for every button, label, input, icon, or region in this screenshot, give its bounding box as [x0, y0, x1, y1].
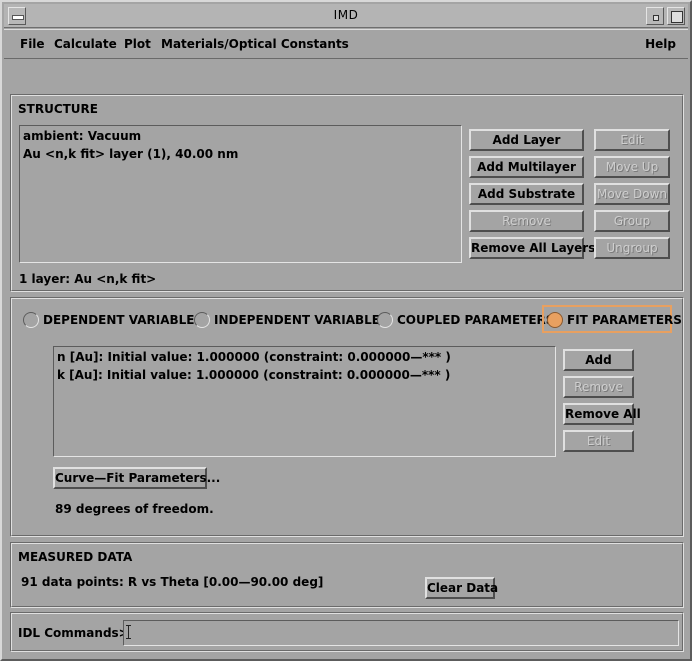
- menu-calculate[interactable]: Calculate: [54, 37, 117, 51]
- remove-all-layers-button[interactable]: Remove All Layers: [469, 237, 595, 259]
- edit-layer-button[interactable]: Edit: [594, 129, 670, 151]
- add-layer-button[interactable]: Add Layer: [469, 129, 584, 151]
- idl-command-input[interactable]: [123, 620, 679, 646]
- radio-coupled-parameters[interactable]: COUPLED PARAMETERS: [375, 308, 554, 334]
- radio-fit-icon[interactable]: [547, 312, 563, 328]
- measured-data-panel: MEASURED DATA 91 data points: R vs Theta…: [10, 542, 684, 608]
- menu-materials-optical-constants[interactable]: Materials/Optical Constants: [161, 37, 349, 51]
- menu-file[interactable]: File: [20, 37, 45, 51]
- measured-data-info: 91 data points: R vs Theta [0.00—90.00 d…: [21, 575, 324, 589]
- window-title: IMD: [333, 8, 359, 22]
- ungroup-button[interactable]: Ungroup: [594, 237, 670, 259]
- structure-heading: STRUCTURE: [18, 102, 98, 116]
- radio-independent-icon[interactable]: [194, 312, 210, 328]
- layer-row-au[interactable]: Au <n,k fit> layer (1), 40.00 nm: [23, 147, 238, 161]
- radio-independent-variables[interactable]: INDEPENDENT VARIABLES: [192, 308, 389, 334]
- parameters-panel: DEPENDENT VARIABLES INDEPENDENT VARIABLE…: [10, 297, 684, 537]
- remove-all-fit-parameters-button[interactable]: Remove All: [563, 403, 641, 425]
- fit-row-n[interactable]: n [Au]: Initial value: 1.000000 (constra…: [57, 350, 451, 364]
- idl-commands-label: IDL Commands>: [18, 626, 129, 640]
- degrees-of-freedom-text: 89 degrees of freedom.: [55, 502, 214, 516]
- text-cursor-icon: [126, 625, 131, 639]
- radio-dependent-label: DEPENDENT VARIABLES: [43, 313, 204, 327]
- add-multilayer-button[interactable]: Add Multilayer: [469, 156, 584, 178]
- move-down-button[interactable]: Move Down: [594, 183, 670, 205]
- move-up-button[interactable]: Move Up: [594, 156, 670, 178]
- remove-fit-parameter-button[interactable]: Remove: [563, 376, 634, 398]
- title-bar[interactable]: IMD: [4, 4, 688, 28]
- menu-plot[interactable]: Plot: [124, 37, 151, 51]
- add-substrate-button[interactable]: Add Substrate: [469, 183, 584, 205]
- fit-row-k[interactable]: k [Au]: Initial value: 1.000000 (constra…: [57, 368, 450, 382]
- group-button[interactable]: Group: [594, 210, 670, 232]
- structure-summary: 1 layer: Au <n,k fit>: [19, 272, 157, 286]
- imd-window: IMD File Calculate Plot Materials/Optica…: [0, 0, 692, 661]
- layer-row-ambient[interactable]: ambient: Vacuum: [23, 129, 141, 143]
- add-fit-parameter-button[interactable]: Add: [563, 349, 634, 371]
- edit-fit-parameter-button[interactable]: Edit: [563, 430, 634, 452]
- idl-command-panel: IDL Commands>: [10, 612, 684, 652]
- radio-coupled-icon[interactable]: [377, 312, 393, 328]
- remove-layer-button[interactable]: Remove: [469, 210, 584, 232]
- curve-fit-parameters-button[interactable]: Curve—Fit Parameters...: [53, 467, 220, 489]
- structure-layer-list[interactable]: ambient: Vacuum Au <n,k fit> layer (1), …: [19, 125, 462, 263]
- measured-data-heading: MEASURED DATA: [18, 550, 133, 564]
- radio-dependent-icon[interactable]: [23, 312, 39, 328]
- fit-parameters-list[interactable]: n [Au]: Initial value: 1.000000 (constra…: [53, 346, 556, 457]
- radio-fit-label: FIT PARAMETERS: [567, 313, 682, 327]
- minimize-icon[interactable]: [646, 7, 664, 25]
- structure-panel: STRUCTURE ambient: Vacuum Au <n,k fit> l…: [10, 94, 684, 292]
- maximize-icon[interactable]: [667, 7, 685, 25]
- radio-coupled-label: COUPLED PARAMETERS: [397, 313, 555, 327]
- radio-fit-parameters[interactable]: FIT PARAMETERS: [545, 308, 682, 334]
- radio-dependent-variables[interactable]: DEPENDENT VARIABLES: [21, 308, 203, 334]
- menu-help[interactable]: Help: [645, 37, 676, 51]
- menu-bar: File Calculate Plot Materials/Optical Co…: [4, 29, 688, 59]
- radio-independent-label: INDEPENDENT VARIABLES: [214, 313, 389, 327]
- clear-data-button[interactable]: Clear Data: [425, 577, 498, 599]
